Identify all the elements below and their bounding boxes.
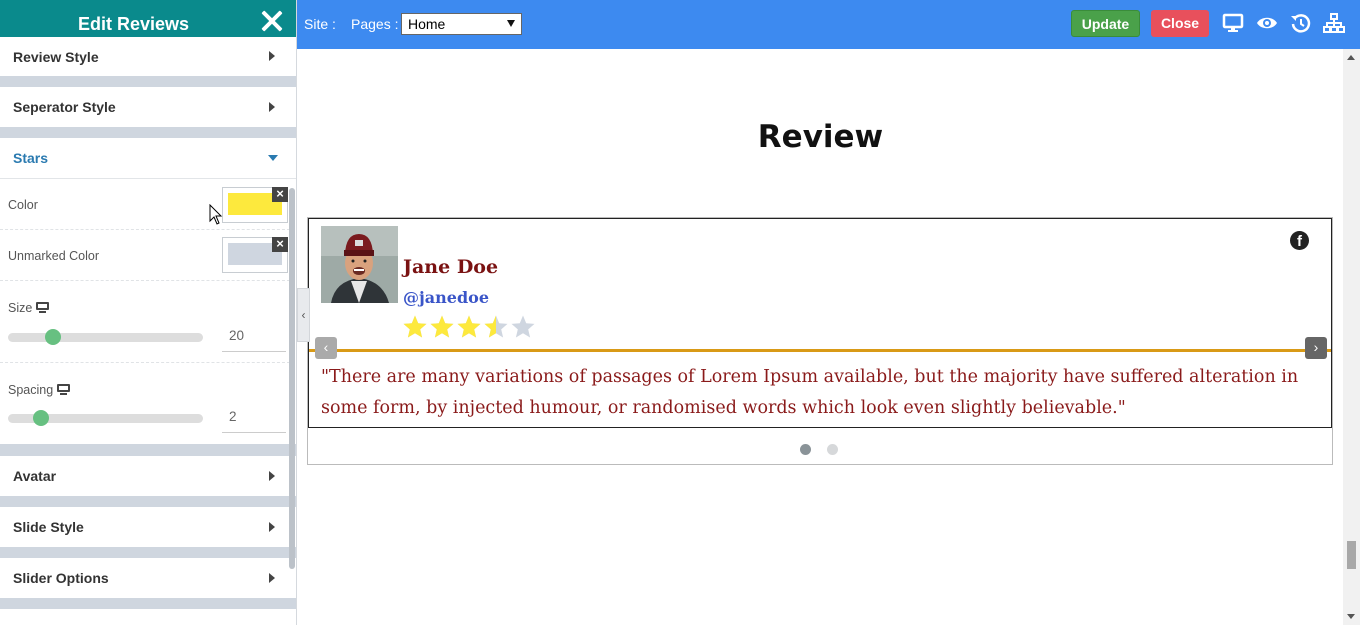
- size-slider[interactable]: [8, 329, 203, 345]
- color-row: Color ×: [0, 179, 290, 230]
- review-slide[interactable]: Jane Doe @janedoe f ‹ › "There are many …: [308, 218, 1332, 428]
- scroll-up-icon[interactable]: [1347, 55, 1355, 60]
- section-separator-style[interactable]: Seperator Style: [0, 87, 296, 127]
- star-icon: [511, 315, 535, 338]
- page-scrollbar[interactable]: [1343, 49, 1360, 625]
- review-quote: "There are many variations of passages o…: [321, 367, 1299, 418]
- top-toolbar: Site : Pages : Home Update Close: [297, 0, 1360, 49]
- section-next-partial[interactable]: [0, 609, 296, 625]
- desktop-icon[interactable]: [36, 302, 50, 313]
- avatar: [321, 226, 398, 303]
- close-button[interactable]: Close: [1151, 10, 1209, 37]
- scroll-thumb[interactable]: [1347, 541, 1356, 569]
- spacing-slider-handle[interactable]: [33, 410, 50, 426]
- caret-right-icon: [269, 471, 275, 481]
- star-icon: [403, 315, 427, 338]
- reviewer-name: Jane Doe: [403, 256, 499, 278]
- clear-unmarked-icon[interactable]: ×: [272, 237, 288, 252]
- pages-label: Pages :: [351, 16, 399, 32]
- prev-slide-button[interactable]: ‹: [315, 337, 337, 359]
- caret-right-icon: [269, 102, 275, 112]
- size-label: Size: [8, 301, 33, 315]
- section-label: Slide Style: [13, 519, 84, 535]
- spacing-label: Spacing: [8, 383, 54, 397]
- star-icon: [484, 315, 508, 338]
- section-slide-style[interactable]: Slide Style: [0, 507, 296, 547]
- spacing-label-wrap: Spacing: [8, 383, 71, 397]
- reviewer-handle: @janedoe: [403, 288, 490, 307]
- pagination-dot-active[interactable]: [800, 444, 811, 455]
- spacing-input[interactable]: 2: [222, 403, 286, 433]
- size-label-wrap: Size: [8, 301, 50, 315]
- color-label: Color: [8, 198, 38, 212]
- pagination-dot[interactable]: [827, 444, 838, 455]
- update-button[interactable]: Update: [1071, 10, 1140, 37]
- close-panel-icon[interactable]: [261, 10, 283, 32]
- section-stars[interactable]: Stars: [0, 138, 296, 178]
- history-icon[interactable]: [1290, 12, 1312, 34]
- clear-color-icon[interactable]: ×: [272, 187, 288, 202]
- caret-right-icon: [269, 573, 275, 583]
- unmarked-color-row: Unmarked Color ×: [0, 230, 290, 281]
- avatar-image: [321, 226, 398, 303]
- unmarked-color-label: Unmarked Color: [8, 249, 100, 263]
- desktop-icon[interactable]: [1222, 12, 1244, 34]
- spacing-slider[interactable]: [8, 410, 203, 426]
- section-label: Slider Options: [13, 570, 109, 586]
- dropdown-arrow-icon: [507, 20, 515, 27]
- star-color-picker[interactable]: ×: [222, 187, 288, 223]
- sitemap-icon[interactable]: [1323, 12, 1345, 34]
- caret-right-icon: [269, 522, 275, 532]
- section-label: Seperator Style: [13, 99, 116, 115]
- section-review-style[interactable]: Review Style: [0, 37, 296, 76]
- size-input[interactable]: 20: [222, 322, 286, 352]
- size-row: Size 20: [0, 281, 290, 363]
- stars-settings: Color × Unmarked Color × Size 20 Spacing: [0, 178, 296, 445]
- next-slide-button[interactable]: ›: [1305, 337, 1327, 359]
- section-slider-options[interactable]: Slider Options: [0, 558, 296, 598]
- caret-right-icon: [269, 51, 275, 61]
- page-canvas: Review Jane Doe @janedoe f ‹ › "There ar…: [298, 49, 1343, 625]
- size-slider-handle[interactable]: [45, 329, 62, 345]
- section-label: Stars: [13, 150, 49, 166]
- desktop-icon[interactable]: [57, 384, 71, 395]
- edit-panel: Edit Reviews Review Style Seperator Styl…: [0, 0, 297, 625]
- facebook-icon[interactable]: f: [1290, 231, 1309, 250]
- section-label: Avatar: [13, 468, 57, 484]
- eye-icon[interactable]: [1256, 12, 1278, 34]
- pages-select[interactable]: Home: [401, 13, 522, 35]
- star-icon: [430, 315, 454, 338]
- spacing-row: Spacing 2: [0, 363, 290, 445]
- panel-scrollbar[interactable]: [289, 188, 295, 569]
- separator-line: [309, 349, 1331, 352]
- site-label: Site :: [304, 16, 336, 32]
- star-icon: [457, 315, 481, 338]
- review-heading[interactable]: Review: [298, 119, 1343, 155]
- scroll-down-icon[interactable]: [1347, 614, 1355, 619]
- section-label: Review Style: [13, 49, 99, 65]
- unmarked-color-picker[interactable]: ×: [222, 237, 288, 273]
- collapse-panel-tab[interactable]: ‹: [297, 288, 310, 342]
- caret-down-icon: [268, 155, 278, 161]
- section-avatar[interactable]: Avatar: [0, 456, 296, 496]
- mouse-cursor-icon: [209, 204, 223, 225]
- panel-title: Edit Reviews: [77, 14, 190, 34]
- pages-selected-value: Home: [408, 16, 446, 32]
